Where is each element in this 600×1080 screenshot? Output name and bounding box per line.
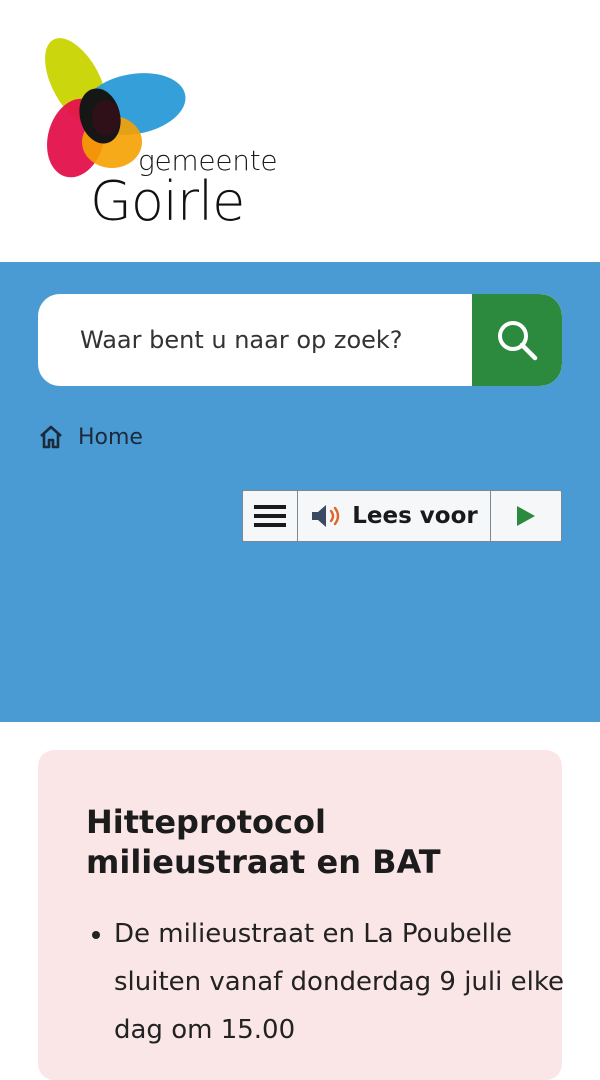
reader-menu-button[interactable] <box>243 491 298 541</box>
hamburger-menu-icon <box>254 505 286 527</box>
read-aloud-toolbar: Lees voor <box>242 490 562 542</box>
search-button[interactable] <box>472 294 562 386</box>
notice-list: De milieustraat en La Poubelle sluiten v… <box>66 910 564 1054</box>
play-button[interactable] <box>491 491 561 541</box>
site-header: gemeente Goirle <box>0 0 600 262</box>
search-bar <box>38 294 562 386</box>
speaker-icon <box>312 505 340 527</box>
list-item: De milieustraat en La Poubelle sluiten v… <box>114 910 564 1054</box>
search-icon <box>498 321 538 361</box>
logo-goirle-text: Goirle <box>90 170 245 233</box>
home-icon <box>40 425 62 449</box>
search-input[interactable] <box>38 294 472 386</box>
play-icon <box>517 506 535 526</box>
read-aloud-label: Lees voor <box>352 503 478 529</box>
breadcrumb-home-link[interactable]: Home <box>78 425 143 450</box>
gemeente-goirle-logo[interactable]: gemeente Goirle <box>34 34 284 234</box>
read-aloud-button[interactable]: Lees voor <box>298 491 491 541</box>
banner-wave <box>0 620 600 702</box>
notice-card: Hitteprotocol milieustraat en BAT De mil… <box>38 750 564 1080</box>
breadcrumb: Home <box>38 424 143 450</box>
notice-title: Hitteprotocol milieustraat en BAT <box>86 803 441 881</box>
